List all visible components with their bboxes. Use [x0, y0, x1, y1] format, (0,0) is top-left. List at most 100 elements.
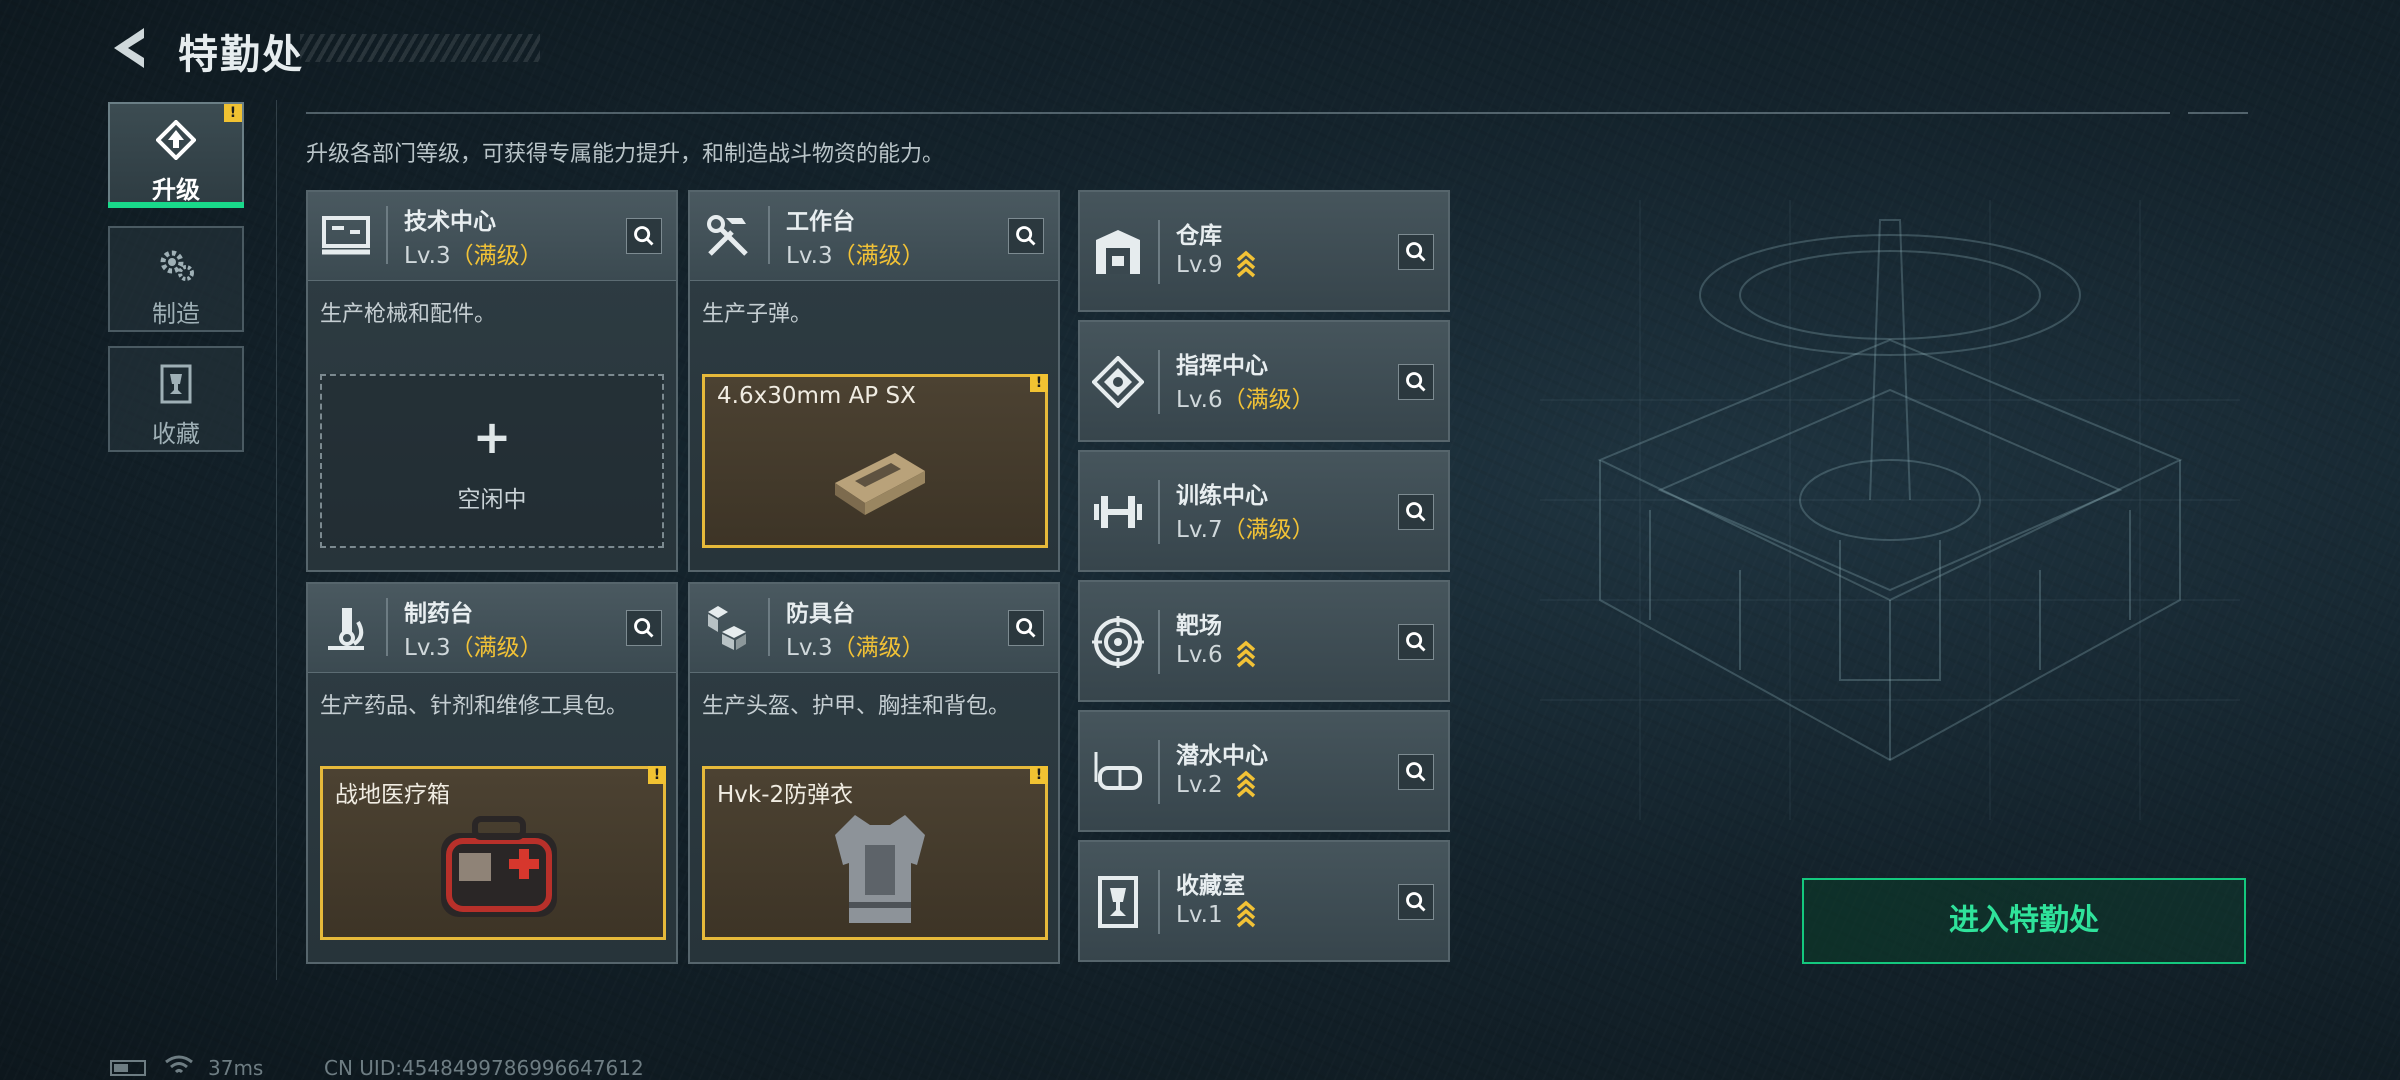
trophy-icon [160, 364, 192, 404]
facility-card-pharmacy[interactable]: 制药台 Lv.3（满级） 生产药品、针剂和维修工具包。 战地医疗箱 ! [306, 582, 678, 964]
upgrade-icon [156, 120, 196, 160]
max-level-tag: （满级） [1222, 387, 1315, 413]
production-slot-item[interactable]: 4.6x30mm AP SX ! [702, 374, 1048, 548]
facility-description: 生产药品、针剂和维修工具包。 [320, 694, 629, 719]
title-decoration [300, 34, 540, 62]
facility-row-shooting-range[interactable]: 靶场 Lv.6 [1078, 580, 1450, 702]
uid-text: CN UID:4548499786996647612 [324, 1056, 644, 1080]
facility-row-collection-room[interactable]: 收藏室 Lv.1 [1078, 840, 1450, 962]
facility-description: 生产头盔、护甲、胸挂和背包。 [702, 694, 1011, 719]
facility-row-diving-center[interactable]: 潜水中心 Lv.2 [1078, 710, 1450, 832]
facility-row-training-center[interactable]: 训练中心 Lv.7（满级） [1078, 450, 1450, 572]
nav-label-collection: 收藏 [152, 420, 200, 448]
divider [276, 100, 277, 980]
facility-level: Lv.1 [1176, 900, 1256, 928]
facility-level: Lv.3（满级） [404, 635, 543, 661]
computer-icon [322, 216, 370, 255]
page-title: 特勤处 [178, 32, 304, 78]
back-arrow-icon[interactable] [108, 24, 152, 72]
max-level-tag: （满级） [832, 243, 925, 269]
search-icon[interactable] [1398, 624, 1434, 660]
card-header: 技术中心 Lv.3（满级） [308, 192, 676, 281]
search-icon[interactable] [626, 218, 662, 254]
card-separator [1158, 870, 1160, 934]
search-icon[interactable] [1008, 610, 1044, 646]
card-header: 制药台 Lv.3（满级） [308, 584, 676, 673]
card-separator [1158, 350, 1160, 414]
warning-badge: ! [1030, 374, 1048, 392]
add-icon: + [472, 410, 512, 464]
diving-goggles-icon [1094, 752, 1142, 790]
idle-label: 空闲中 [457, 487, 527, 513]
medical-kit-icon [441, 816, 557, 917]
ping-text: 37ms [208, 1056, 264, 1080]
enter-special-ops-button[interactable]: 进入特勤处 [1802, 878, 2246, 964]
search-icon[interactable] [626, 610, 662, 646]
search-icon[interactable] [1398, 364, 1434, 400]
divider [2188, 112, 2248, 114]
nav-tab-craft[interactable]: 制造 [108, 226, 244, 332]
production-slot-item[interactable]: Hvk-2防弹衣 ! [702, 766, 1048, 940]
max-level-tag: （满级） [450, 635, 543, 661]
search-icon[interactable] [1398, 754, 1434, 790]
upgrade-description: 升级各部门等级，可获得专属能力提升，和制造战斗物资的能力。 [306, 142, 945, 167]
command-center-icon [1092, 356, 1144, 408]
search-icon[interactable] [1398, 884, 1434, 920]
card-separator [386, 206, 388, 264]
wifi-icon [165, 1055, 193, 1074]
facility-name: 制药台 [404, 601, 473, 627]
search-icon[interactable] [1398, 234, 1434, 270]
cubes-icon [708, 606, 746, 650]
card-header: 工作台 Lv.3（满级） [690, 192, 1058, 281]
card-separator [768, 598, 770, 656]
nav-tab-upgrade[interactable]: 升级 ! [108, 102, 244, 208]
facility-card-workbench[interactable]: 工作台 Lv.3（满级） 生产子弹。 4.6x30mm AP SX ! [688, 190, 1060, 572]
collection-room-icon [1098, 876, 1138, 928]
warehouse-icon [1096, 230, 1140, 274]
warning-badge: ! [224, 104, 242, 122]
card-separator [1158, 480, 1160, 544]
facility-level: Lv.3（满级） [404, 243, 543, 269]
facility-level: Lv.6（满级） [1176, 387, 1315, 413]
max-level-tag: （满级） [450, 243, 543, 269]
facility-description: 生产子弹。 [702, 302, 813, 327]
facility-card-tech-center[interactable]: 技术中心 Lv.3（满级） 生产枪械和配件。 + 空闲中 [306, 190, 678, 572]
divider [306, 112, 2170, 114]
facility-level: Lv.9 [1176, 250, 1256, 278]
card-separator [1158, 220, 1160, 284]
item-name: 4.6x30mm AP SX [717, 383, 916, 409]
facility-level: Lv.3（满级） [786, 635, 925, 661]
warning-badge: ! [648, 766, 666, 784]
facility-level: Lv.7（满级） [1176, 517, 1315, 543]
item-name: Hvk-2防弹衣 [717, 782, 854, 808]
search-icon[interactable] [1008, 218, 1044, 254]
facility-level: Lv.2 [1176, 770, 1256, 798]
facility-row-command-center[interactable]: 指挥中心 Lv.6（满级） [1078, 320, 1450, 442]
production-slot-empty[interactable]: + 空闲中 [320, 374, 664, 548]
card-separator [1158, 740, 1160, 804]
card-separator [1158, 610, 1160, 674]
dumbbell-icon [1094, 496, 1142, 528]
tools-icon [707, 215, 748, 256]
facility-name: 防具台 [786, 601, 855, 627]
upgrade-chevrons-icon [1236, 640, 1256, 668]
target-icon [1092, 616, 1144, 668]
facility-name: 收藏室 [1176, 873, 1245, 899]
battery-icon [110, 1060, 146, 1076]
microscope-icon [328, 608, 364, 650]
upgrade-chevrons-icon [1236, 770, 1256, 798]
nav-tab-collection[interactable]: 收藏 [108, 346, 244, 452]
facility-card-armor-bench[interactable]: 防具台 Lv.3（满级） 生产头盔、护甲、胸挂和背包。 Hvk-2防弹衣 ! [688, 582, 1060, 964]
search-icon[interactable] [1398, 494, 1434, 530]
warning-badge: ! [1030, 766, 1048, 784]
facility-name: 训练中心 [1176, 483, 1268, 509]
facility-level: Lv.3（满级） [786, 243, 925, 269]
body-armor-icon [835, 815, 925, 923]
card-separator [768, 206, 770, 264]
facility-name: 潜水中心 [1176, 743, 1268, 769]
card-separator [386, 598, 388, 656]
ammo-box-icon [835, 453, 925, 515]
production-slot-item[interactable]: 战地医疗箱 ! [320, 766, 666, 940]
facility-level: Lv.6 [1176, 640, 1256, 668]
facility-row-warehouse[interactable]: 仓库 Lv.9 [1078, 190, 1450, 312]
